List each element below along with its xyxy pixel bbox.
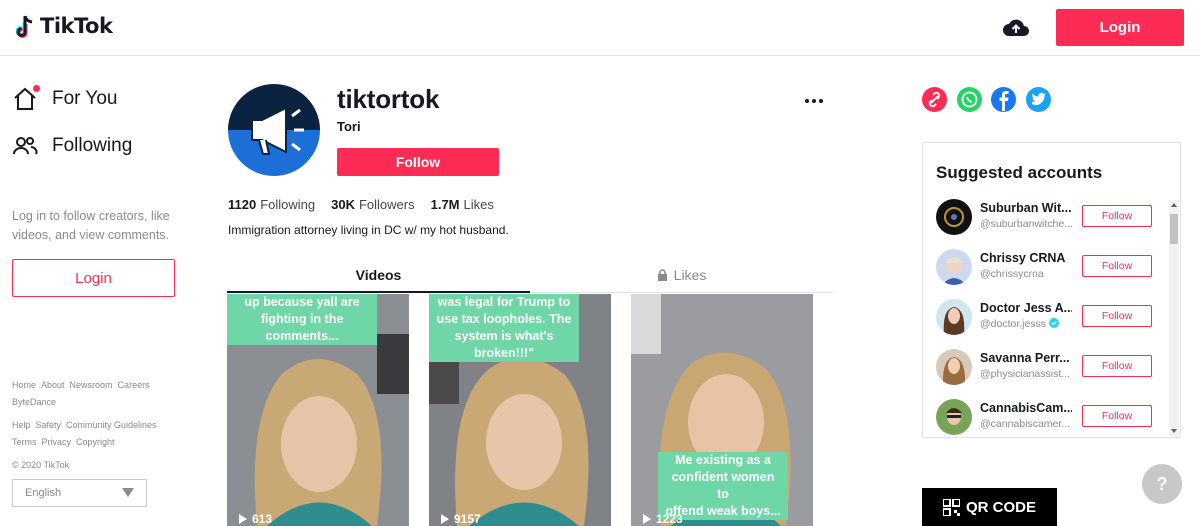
suggested-account-item[interactable]: Doctor Jess A... @doctor.jesss Follow xyxy=(936,299,1156,335)
suggested-follow-button[interactable]: Follow xyxy=(1082,355,1152,377)
footer-row-1: Home About Newsroom Careers xyxy=(12,380,150,390)
suggested-follow-button[interactable]: Follow xyxy=(1082,205,1152,227)
scrollbar-thumb xyxy=(1170,214,1178,244)
nav-for-you[interactable]: For You xyxy=(12,85,118,112)
header-login-button[interactable]: Login xyxy=(1056,9,1184,46)
footer-row-4: Terms Privacy Copyright xyxy=(12,437,115,447)
tab-likes[interactable]: Likes xyxy=(530,267,833,293)
play-icon xyxy=(441,514,449,524)
tab-videos[interactable]: Videos xyxy=(227,267,530,293)
footer-link-newsroom[interactable]: Newsroom xyxy=(70,380,113,390)
question-mark-icon: ? xyxy=(1156,473,1168,494)
suggested-title: Suggested accounts xyxy=(936,163,1103,182)
language-select[interactable]: English xyxy=(12,479,147,507)
suggested-follow-button[interactable]: Follow xyxy=(1082,405,1152,427)
suggested-account-item[interactable]: CannabisCam... @cannabiscamer... Follow xyxy=(936,399,1156,435)
profile-avatar xyxy=(228,84,320,176)
megaphone-icon xyxy=(228,84,320,176)
scrollbar[interactable] xyxy=(1169,200,1179,436)
help-button[interactable]: ? xyxy=(1142,464,1182,504)
video-card-3[interactable]: Me existing as a confident women to offe… xyxy=(631,294,813,526)
notification-dot xyxy=(33,85,40,92)
copyright-text: © 2020 TikTok xyxy=(12,460,70,470)
nav-following-label: Following xyxy=(52,135,133,156)
sidebar-login-button[interactable]: Login xyxy=(12,259,175,297)
lock-icon xyxy=(657,269,667,281)
video-caption: was legal for Trump to use tax loopholes… xyxy=(429,294,579,362)
footer-row-3: Help Safety Community Guidelines xyxy=(12,420,157,430)
footer-link-safety[interactable]: Safety xyxy=(36,420,62,430)
login-hint-text: Log in to follow creators, like videos, … xyxy=(12,209,170,242)
follow-button[interactable]: Follow xyxy=(337,148,499,176)
nav-following[interactable]: Following xyxy=(12,133,132,159)
people-icon xyxy=(12,133,38,159)
footer-link-bytedance[interactable]: ByteDance xyxy=(12,397,56,407)
video-view-count: 1223 xyxy=(643,512,683,526)
whatsapp-icon[interactable] xyxy=(957,87,982,112)
scroll-up-arrow-icon xyxy=(1171,203,1177,207)
top-header: TikTok Login xyxy=(0,0,1200,56)
language-value: English xyxy=(25,487,62,499)
qr-code-button[interactable]: QR CODE xyxy=(922,488,1057,526)
suggested-follow-button[interactable]: Follow xyxy=(1082,305,1152,327)
stat-likes: 1.7M Likes xyxy=(430,197,494,212)
stat-following[interactable]: 1120 Following xyxy=(228,197,315,212)
profile-display-name: Tori xyxy=(337,119,361,134)
suggested-account-item[interactable]: Chrissy CRNA @chrissycrna Follow xyxy=(936,249,1156,285)
avatar xyxy=(936,199,972,235)
stat-followers[interactable]: 30K Followers xyxy=(331,197,414,212)
avatar xyxy=(936,299,972,335)
footer-link-about[interactable]: About xyxy=(41,380,65,390)
footer-link-privacy[interactable]: Privacy xyxy=(42,437,72,447)
profile-username: tiktortok xyxy=(337,84,440,114)
tiktok-logo[interactable]: TikTok xyxy=(16,14,113,38)
chevron-down-icon xyxy=(122,488,134,497)
video-card-2[interactable]: was legal for Trump to use tax loopholes… xyxy=(429,294,611,526)
profile-stats: 1120 Following 30K Followers 1.7M Likes xyxy=(228,197,494,212)
scroll-down-arrow-icon xyxy=(1171,429,1177,433)
suggested-accounts-panel: Suggested accounts Suburban Wit... @subu… xyxy=(922,142,1181,438)
footer-link-guidelines[interactable]: Community Guidelines xyxy=(66,420,157,430)
facebook-icon[interactable] xyxy=(991,87,1016,112)
nav-for-you-label: For You xyxy=(52,88,118,109)
avatar xyxy=(936,349,972,385)
cloud-upload-icon[interactable] xyxy=(1002,16,1030,40)
link-icon[interactable] xyxy=(922,87,947,112)
home-icon xyxy=(12,85,40,112)
avatar xyxy=(936,399,972,435)
profile-bio: Immigration attorney living in DC w/ my … xyxy=(228,223,509,237)
suggested-account-item[interactable]: Suburban Wit... @suburbanwitche... Follo… xyxy=(936,199,1156,235)
more-options-icon[interactable] xyxy=(801,96,827,106)
footer-link-home[interactable]: Home xyxy=(12,380,36,390)
twitter-icon[interactable] xyxy=(1026,87,1051,112)
footer-link-careers[interactable]: Careers xyxy=(118,380,150,390)
tiktok-note-icon xyxy=(16,15,33,38)
suggested-follow-button[interactable]: Follow xyxy=(1082,255,1152,277)
play-icon xyxy=(643,514,651,524)
video-caption: Me existing as a confident women to offe… xyxy=(658,452,788,520)
video-card-1[interactable]: up because yall are fighting in the comm… xyxy=(227,294,409,526)
footer-link-help[interactable]: Help xyxy=(12,420,31,430)
avatar xyxy=(936,249,972,285)
footer-row-2: ByteDance xyxy=(12,397,56,407)
video-view-count: 9157 xyxy=(441,512,481,526)
qr-code-icon xyxy=(942,498,960,516)
footer-link-copyright[interactable]: Copyright xyxy=(76,437,115,447)
logo-text: TikTok xyxy=(40,14,113,38)
video-caption: up because yall are fighting in the comm… xyxy=(227,294,377,345)
video-view-count: 613 xyxy=(239,512,272,526)
suggested-account-item[interactable]: Savanna Perr... @physicianassist... Foll… xyxy=(936,349,1156,385)
verified-badge-icon xyxy=(1049,318,1060,328)
play-icon xyxy=(239,514,247,524)
footer-link-terms[interactable]: Terms xyxy=(12,437,37,447)
